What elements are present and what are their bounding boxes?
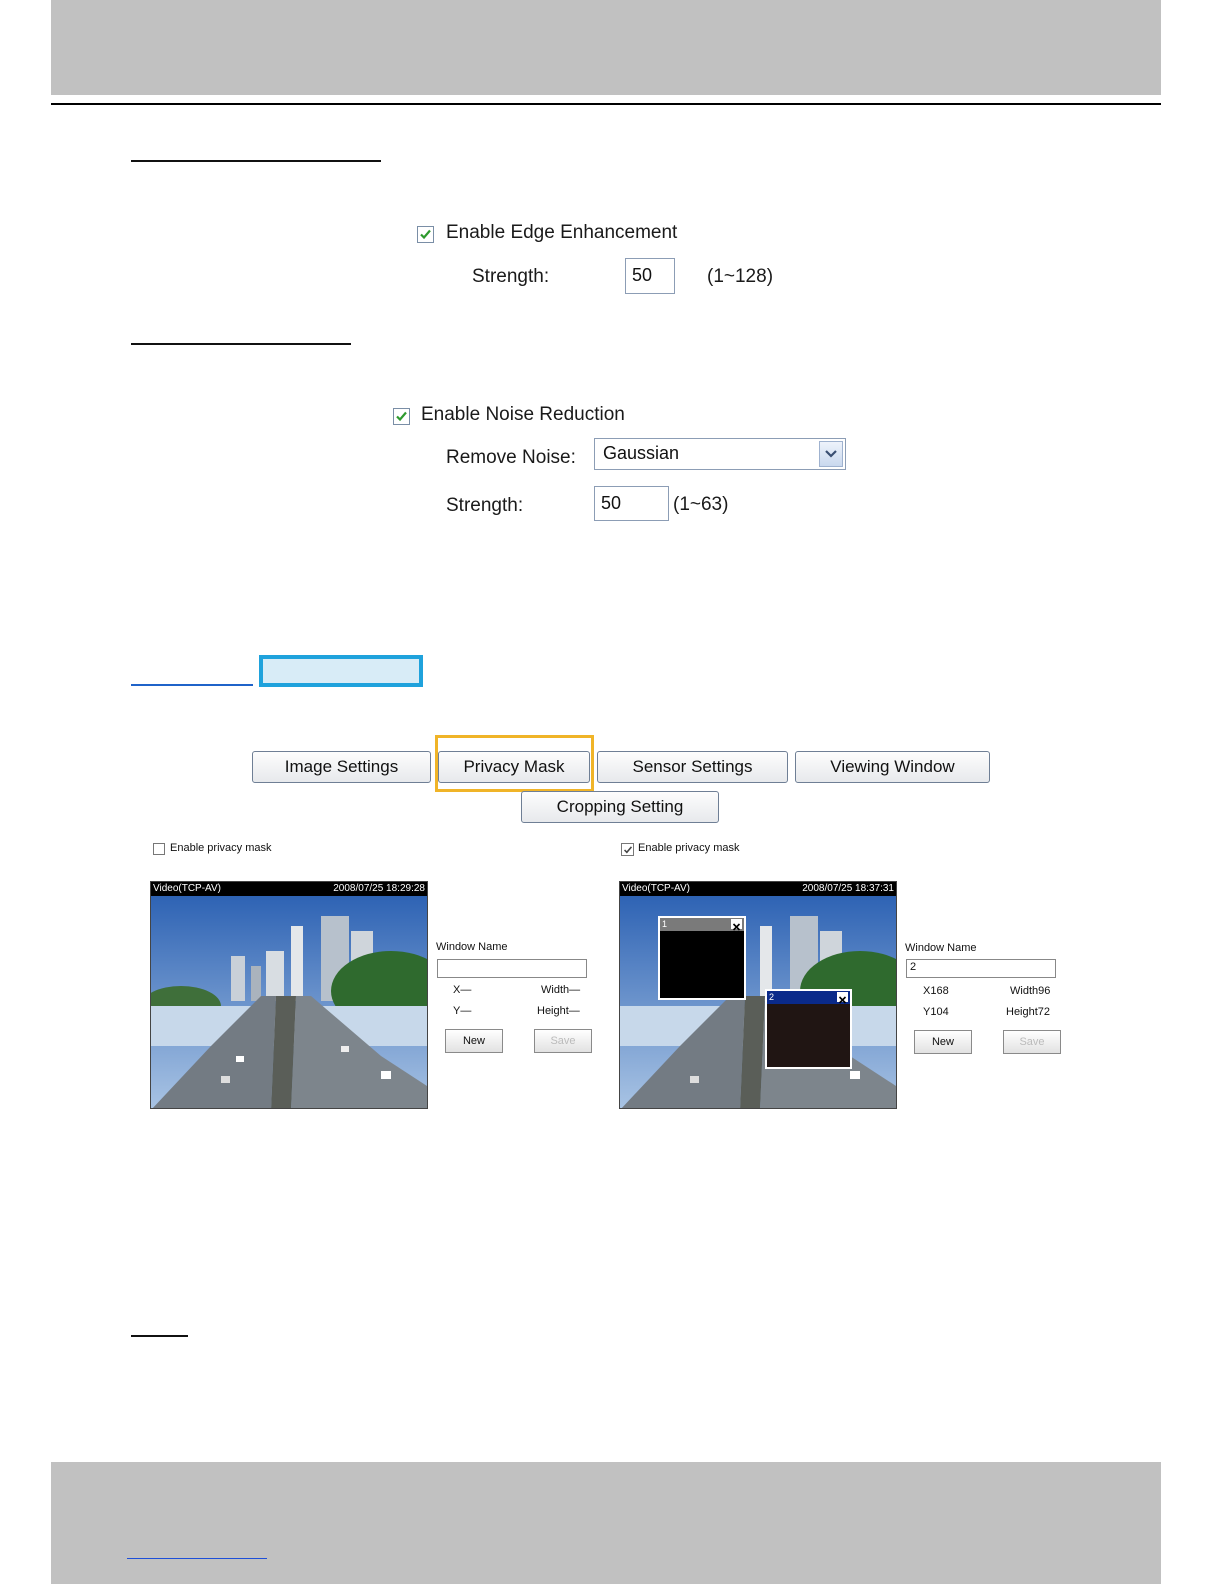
mask-window-titlebar-2[interactable]: 2 <box>767 991 850 1004</box>
mask-window-label-1: 1 <box>662 919 668 929</box>
save-button-left[interactable]: Save <box>534 1029 592 1053</box>
remove-noise-label: Remove Noise: <box>446 447 576 468</box>
section-underline-note <box>131 1335 188 1337</box>
highlight-box-orange <box>435 735 594 792</box>
edge-strength-label: Strength: <box>472 266 550 287</box>
tab-sensor-settings[interactable]: Sensor Settings <box>597 751 788 783</box>
noise-reduction-label: Enable Noise Reduction <box>421 404 625 425</box>
privacy-mask-window-1[interactable]: 1 <box>658 916 746 1000</box>
highlight-box-blue <box>259 655 423 687</box>
edge-enhancement-label: Enable Edge Enhancement <box>446 222 678 243</box>
remove-noise-value: Gaussian <box>603 443 680 463</box>
remove-noise-select[interactable]: Gaussian <box>594 438 846 470</box>
window-name-label-left: Window Name <box>436 941 508 953</box>
mask-window-titlebar-1[interactable]: 1 <box>660 918 744 931</box>
width-label-left: Width— <box>541 984 581 996</box>
video-timestamp-left: 2008/07/25 18:29:28 <box>333 883 425 894</box>
video-view-left[interactable]: Video(TCP-AV) 2008/07/25 18:29:28 <box>150 881 428 1109</box>
check-icon <box>396 411 407 422</box>
privacy-mask-window-2[interactable]: 2 <box>765 989 852 1069</box>
section-underline-privacy <box>131 684 253 686</box>
y-label-left: Y— <box>453 1005 472 1017</box>
close-icon[interactable] <box>837 992 848 1004</box>
noise-strength-label: Strength: <box>446 495 524 516</box>
y-label-right: Y104 <box>923 1006 949 1018</box>
footer-bar <box>51 1462 1161 1584</box>
enable-privacy-mask-checkbox-left[interactable] <box>153 843 165 855</box>
chevron-down-icon[interactable] <box>819 441 843 467</box>
section-underline-noise <box>131 343 351 345</box>
close-icon[interactable] <box>731 919 742 931</box>
video-title-left: Video(TCP-AV) <box>153 883 221 894</box>
enable-privacy-mask-checkbox-right[interactable] <box>621 843 634 856</box>
new-button-left[interactable]: New <box>445 1029 503 1053</box>
height-label-left: Height— <box>537 1005 580 1017</box>
tab-image-settings[interactable]: Image Settings <box>252 751 431 783</box>
height-label-right: Height72 <box>1006 1006 1051 1018</box>
x-label-left: X— <box>453 984 472 996</box>
edge-enhancement-checkbox[interactable] <box>417 226 434 243</box>
header-rule <box>51 103 1161 105</box>
video-view-right[interactable]: Video(TCP-AV) 2008/07/25 18:37:31 1 2 <box>619 881 897 1109</box>
enable-privacy-mask-label-left: Enable privacy mask <box>170 842 272 854</box>
section-underline-edge <box>131 160 381 162</box>
width-label-right: Width96 <box>1010 985 1051 997</box>
check-icon <box>623 846 633 854</box>
check-icon <box>420 229 431 240</box>
noise-reduction-checkbox[interactable] <box>393 408 410 425</box>
noise-strength-input[interactable]: 50 <box>594 486 669 521</box>
footer-link-underline[interactable] <box>127 1558 267 1559</box>
video-timestamp-right: 2008/07/25 18:37:31 <box>802 883 894 894</box>
enable-privacy-mask-label-right: Enable privacy mask <box>638 842 740 854</box>
tab-cropping-setting[interactable]: Cropping Setting <box>521 791 719 823</box>
x-label-right: X168 <box>923 985 949 997</box>
camera-scene-image-left <box>151 896 427 1108</box>
video-title-right: Video(TCP-AV) <box>622 883 690 894</box>
edge-strength-range: (1~128) <box>707 266 774 287</box>
header-bar <box>51 0 1161 95</box>
noise-strength-range: (1~63) <box>673 494 729 515</box>
window-name-input-left[interactable] <box>437 959 587 978</box>
window-name-label-right: Window Name <box>905 942 977 954</box>
window-name-input-right[interactable]: 2 <box>906 959 1056 978</box>
tab-viewing-window[interactable]: Viewing Window <box>795 751 990 783</box>
new-button-right[interactable]: New <box>914 1030 972 1054</box>
save-button-right[interactable]: Save <box>1003 1030 1061 1054</box>
edge-strength-input[interactable]: 50 <box>625 258 675 294</box>
video-header-left: Video(TCP-AV) 2008/07/25 18:29:28 <box>151 882 427 896</box>
video-header-right: Video(TCP-AV) 2008/07/25 18:37:31 <box>620 882 896 896</box>
mask-window-label-2: 2 <box>769 992 775 1002</box>
